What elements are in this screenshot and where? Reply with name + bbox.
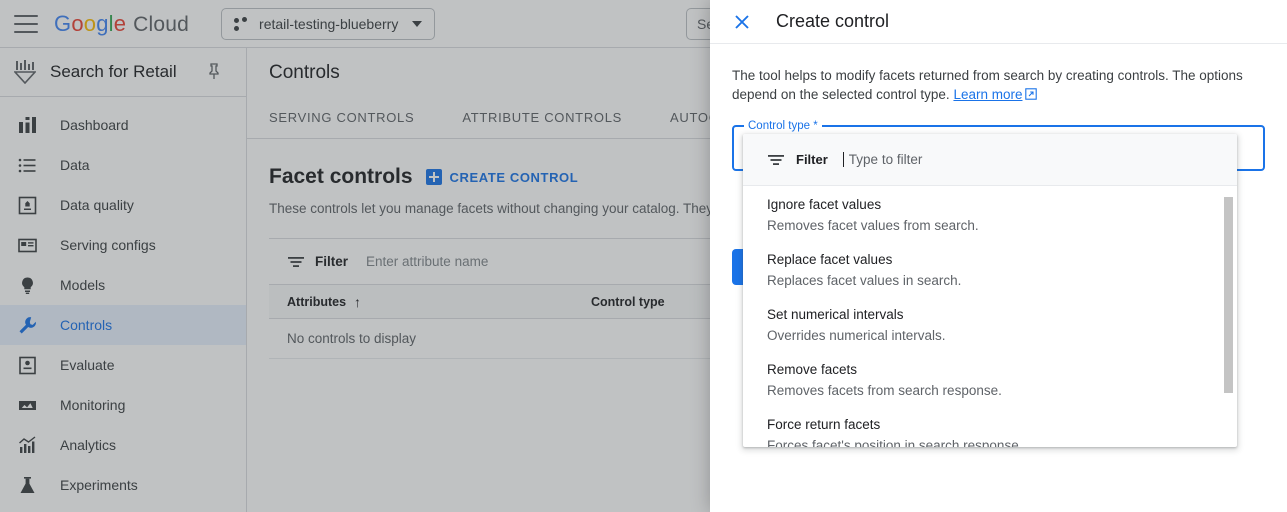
dropdown-option-set-numerical-intervals[interactable]: Set numerical intervals Overrides numeri…	[743, 297, 1237, 352]
filter-icon	[767, 151, 785, 169]
option-title: Remove facets	[767, 360, 1213, 380]
dropdown-filter-row[interactable]: Filter Type to filter	[743, 134, 1237, 186]
panel-header: Create control	[710, 0, 1287, 44]
dropdown-filter-label: Filter	[796, 152, 828, 167]
option-subtitle: Removes facet values from search.	[767, 216, 1213, 236]
control-type-dropdown: Filter Type to filter Ignore facet value…	[743, 134, 1237, 447]
option-title: Replace facet values	[767, 250, 1213, 270]
dropdown-option-remove-facets[interactable]: Remove facets Removes facets from search…	[743, 352, 1237, 407]
option-title: Ignore facet values	[767, 195, 1213, 215]
option-title: Force return facets	[767, 415, 1213, 435]
option-subtitle: Forces facet's position in search respon…	[767, 436, 1213, 447]
external-link-icon	[1025, 86, 1037, 105]
dropdown-option-replace-facet-values[interactable]: Replace facet values Replaces facet valu…	[743, 242, 1237, 297]
dropdown-option-force-return-facets[interactable]: Force return facets Forces facet's posit…	[743, 407, 1237, 447]
dropdown-option-ignore-facet-values[interactable]: Ignore facet values Removes facet values…	[743, 187, 1237, 242]
option-subtitle: Removes facets from search response.	[767, 381, 1213, 401]
dropdown-filter-input[interactable]: Type to filter	[849, 152, 923, 167]
option-subtitle: Overrides numerical intervals.	[767, 326, 1213, 346]
panel-description-line2: on the selected control type.	[781, 87, 954, 102]
dropdown-scrollbar-thumb[interactable]	[1224, 197, 1233, 393]
text-cursor	[843, 152, 844, 167]
learn-more-link[interactable]: Learn more	[953, 87, 1022, 102]
option-title: Set numerical intervals	[767, 305, 1213, 325]
dropdown-option-list: Ignore facet values Removes facet values…	[743, 187, 1237, 447]
panel-title: Create control	[776, 11, 889, 32]
panel-description: The tool helps to modify facets returned…	[732, 66, 1265, 105]
control-type-label: Control type *	[744, 119, 822, 133]
close-icon[interactable]	[732, 12, 752, 32]
option-subtitle: Replaces facet values in search.	[767, 271, 1213, 291]
